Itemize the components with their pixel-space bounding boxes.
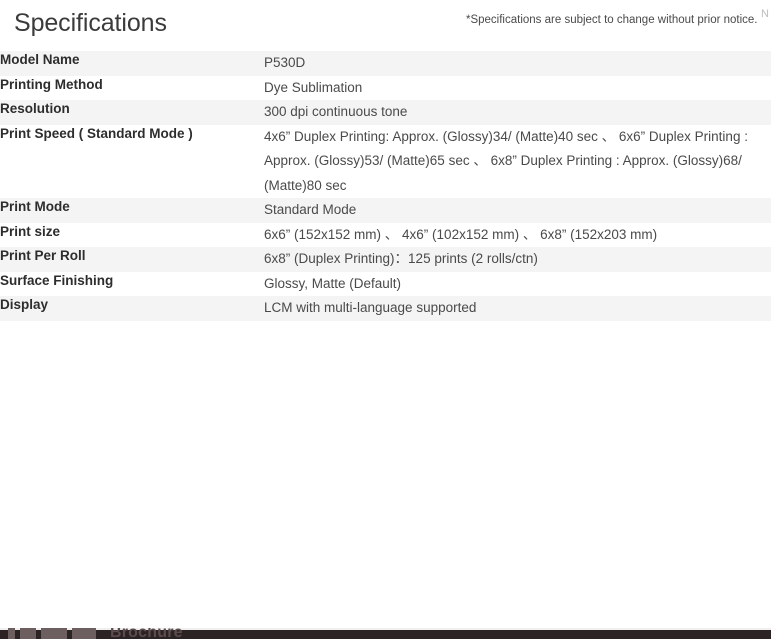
table-row: Print Per Roll 6x8” (Duplex Printing)：12… [0,247,771,272]
table-row: Display LCM with multi-language supporte… [0,296,771,321]
spec-value: 6x6” (152x152 mm) 、 4x6” (102x152 mm) 、 … [264,223,771,248]
spec-value-text: Standard Mode [264,202,357,217]
specifications-disclaimer: *Specifications are subject to change wi… [466,14,758,26]
spec-value: 6x8” (Duplex Printing)：125 prints (2 rol… [264,247,771,272]
spec-label: Model Name [0,52,80,67]
spec-label: Surface Finishing [0,272,114,288]
spec-value: 300 dpi continuous tone [264,100,771,125]
bars-icon [8,628,96,639]
spec-label: Print Per Roll [0,248,86,263]
spec-value-text: Dye Sublimation [264,79,363,95]
spec-value: P530D [264,51,771,76]
table-row: Model Name P530D [0,51,771,76]
page-title: Specifications [14,9,167,37]
spec-value-text: LCM with multi-language supported [264,300,477,315]
spec-label: Print Speed ( Standard Mode ) [0,125,193,141]
table-row: Surface Finishing Glossy, Matte (Default… [0,271,771,297]
spec-label: Resolution [0,101,70,116]
spec-value: Glossy, Matte (Default) [264,272,771,297]
brochure-section-label: Brochure [110,628,183,639]
clipped-edge-text: N [761,8,769,20]
spec-value: Standard Mode [264,198,771,223]
spec-value-text: 300 dpi continuous tone [264,104,408,119]
spec-label: Printing Method [0,76,103,92]
spec-value-text: 6x8” (Duplex Printing)：125 prints (2 rol… [264,251,538,266]
spec-value: 4x6” Duplex Printing: Approx. (Glossy)34… [264,125,771,199]
spec-value-text: Glossy, Matte (Default) [264,275,402,291]
table-row: Resolution 300 dpi continuous tone [0,100,771,125]
spec-label: Print Mode [0,199,70,214]
brochure-section-strip[interactable]: Brochure [0,628,771,639]
specifications-table-body: Model Name P530D Printing Method Dye Sub… [0,51,771,321]
spec-value-text: 4x6” Duplex Printing: Approx. (Glossy)34… [264,128,748,193]
page-header: Specifications *Specifications are subje… [0,0,771,51]
spec-value: LCM with multi-language supported [264,296,771,321]
table-row: Printing Method Dye Sublimation [0,75,771,101]
spec-label: Display [0,297,49,312]
spec-value-text: P530D [264,55,306,70]
spec-label: Print size [0,223,61,239]
specifications-page: Specifications *Specifications are subje… [0,0,771,639]
table-row: Print Mode Standard Mode [0,198,771,223]
spec-value: Dye Sublimation [264,76,771,101]
spec-value-text: 6x6” (152x152 mm) 、 4x6” (102x152 mm) 、 … [264,226,658,242]
specifications-table: Model Name P530D Printing Method Dye Sub… [0,51,771,321]
table-row: Print size 6x6” (152x152 mm) 、 4x6” (102… [0,222,771,248]
table-row: Print Speed ( Standard Mode ) 4x6” Duple… [0,124,771,199]
brochure-section-inner: Brochure [0,628,771,639]
